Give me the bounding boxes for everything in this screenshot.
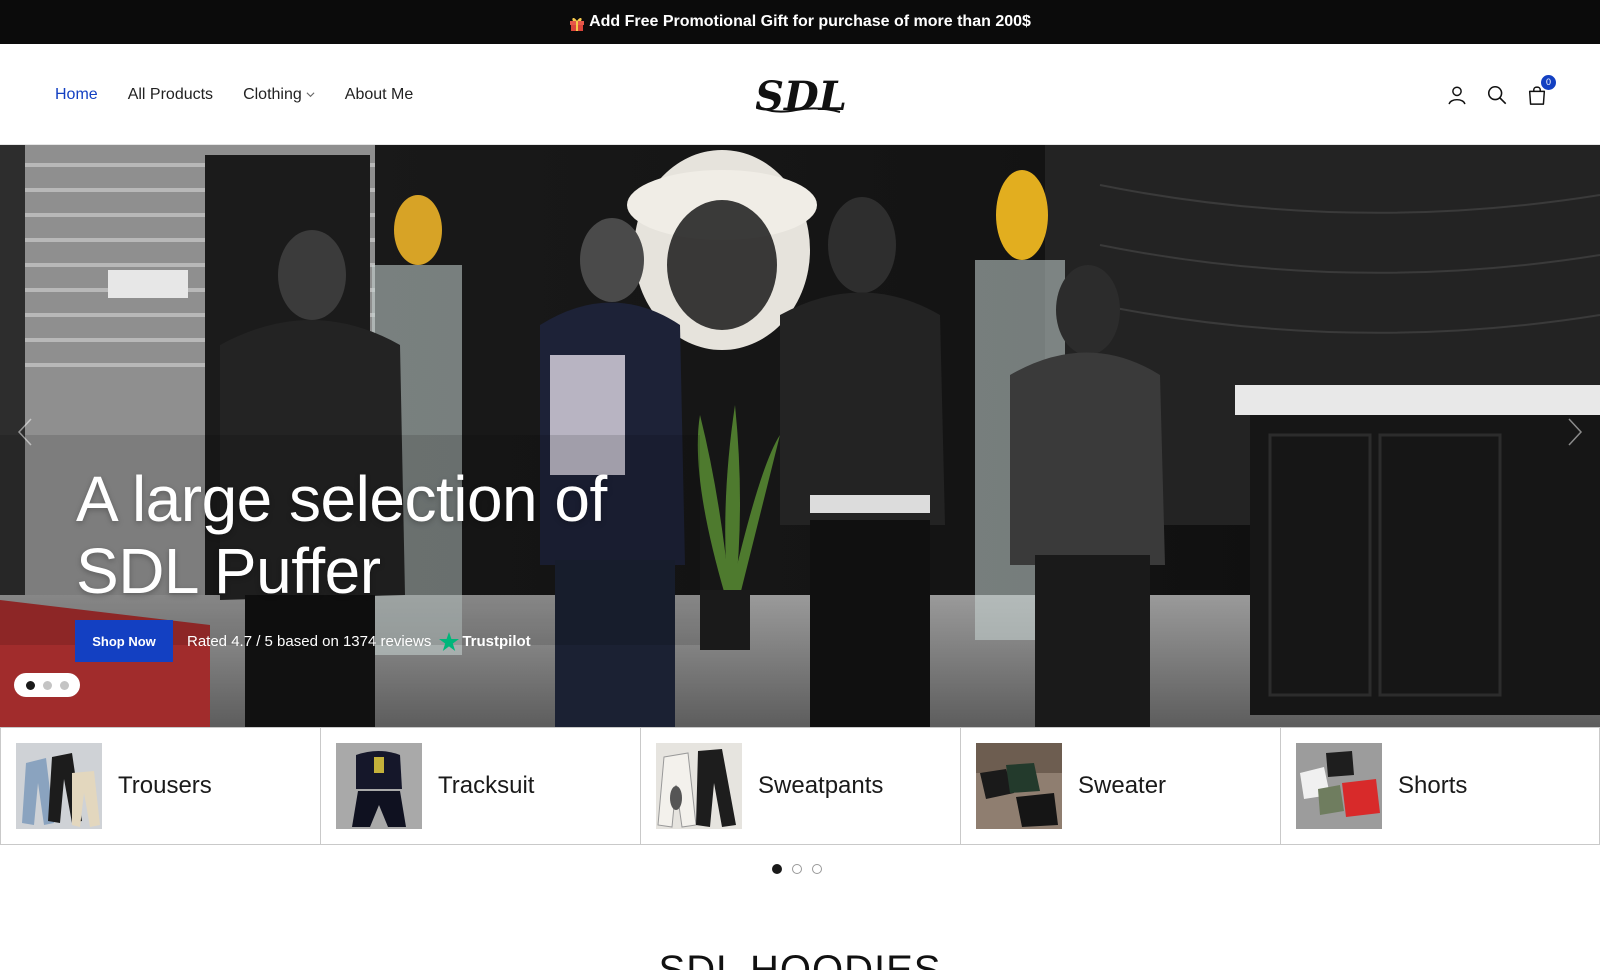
search-icon[interactable]: [1486, 84, 1508, 106]
hero-title-line1: A large selection of: [76, 463, 607, 535]
category-card-trousers[interactable]: Trousers: [0, 727, 320, 845]
cart-button[interactable]: 0: [1526, 74, 1556, 106]
category-thumb-sweater: [976, 743, 1062, 829]
category-thumb-sweatpants: [656, 743, 742, 829]
hero-slideshow: A large selection of SDL Puffer Shop Now…: [0, 145, 1600, 727]
category-card-sweatpants[interactable]: Sweatpants: [640, 727, 960, 845]
nav-all-products[interactable]: All Products: [128, 86, 213, 104]
logo-text: SDL: [756, 73, 846, 120]
category-pagination: [772, 864, 822, 874]
hero-cta: Shop Now Rated 4.7 / 5 based on 1374 rev…: [75, 620, 531, 662]
hero-pagination: [14, 673, 80, 697]
category-thumb-shorts: [1296, 743, 1382, 829]
category-dot-1[interactable]: [772, 864, 782, 874]
gift-icon: [570, 17, 585, 31]
hero-dot-3[interactable]: [59, 680, 69, 690]
cart-count-badge: 0: [1541, 74, 1556, 90]
hero-title-line2: SDL Puffer: [76, 535, 381, 607]
hero-dot-1[interactable]: [25, 680, 35, 690]
category-label-shorts: Shorts: [1398, 772, 1468, 799]
category-label-tracksuit: Tracksuit: [438, 772, 535, 799]
category-dot-2[interactable]: [792, 864, 802, 874]
category-carousel: Trousers Tracksuit Sweatpants Sweater Sh…: [0, 727, 1600, 845]
category-thumb-tracksuit: [336, 743, 422, 829]
main-nav: Home All Products Clothing About Me: [55, 44, 413, 145]
account-icon[interactable]: [1446, 84, 1468, 106]
nav-clothing-label: Clothing: [243, 85, 302, 103]
category-card-sweater[interactable]: Sweater: [960, 727, 1280, 845]
category-label-trousers: Trousers: [118, 772, 212, 799]
category-card-tracksuit[interactable]: Tracksuit: [320, 727, 640, 845]
hero-next-arrow[interactable]: [1566, 417, 1584, 447]
category-label-sweatpants: Sweatpants: [758, 772, 884, 799]
hero-title: A large selection of SDL Puffer: [76, 463, 607, 607]
nav-home[interactable]: Home: [55, 86, 98, 104]
shop-now-button[interactable]: Shop Now: [75, 620, 173, 662]
category-label-sweater: Sweater: [1078, 772, 1167, 799]
sdl-logo[interactable]: SDL: [756, 68, 846, 120]
announcement-text: Add Free Promotional Gift for purchase o…: [589, 13, 1031, 30]
header-actions: 0: [1446, 44, 1556, 145]
hero-prev-arrow[interactable]: [16, 417, 34, 447]
trustpilot-star-icon: [439, 631, 460, 651]
chevron-down-icon: [306, 92, 315, 98]
category-dot-3[interactable]: [812, 864, 822, 874]
trustpilot-label: Trustpilot: [462, 632, 531, 650]
section-title: SDL HOODIES: [0, 950, 1600, 970]
rating-text: Rated 4.7 / 5 based on 1374 reviews: [187, 632, 432, 650]
site-header: Home All Products Clothing About Me SDL …: [0, 44, 1600, 145]
trustpilot-badge: Trustpilot: [439, 631, 531, 651]
nav-about-me[interactable]: About Me: [345, 86, 413, 104]
hero-dot-2[interactable]: [42, 680, 52, 690]
trustpilot-rating[interactable]: Rated 4.7 / 5 based on 1374 reviews Trus…: [187, 631, 531, 651]
category-thumb-trousers: [16, 743, 102, 829]
category-card-shorts[interactable]: Shorts: [1280, 727, 1600, 845]
nav-clothing[interactable]: Clothing: [243, 86, 315, 104]
announcement-bar: Add Free Promotional Gift for purchase o…: [0, 0, 1600, 44]
